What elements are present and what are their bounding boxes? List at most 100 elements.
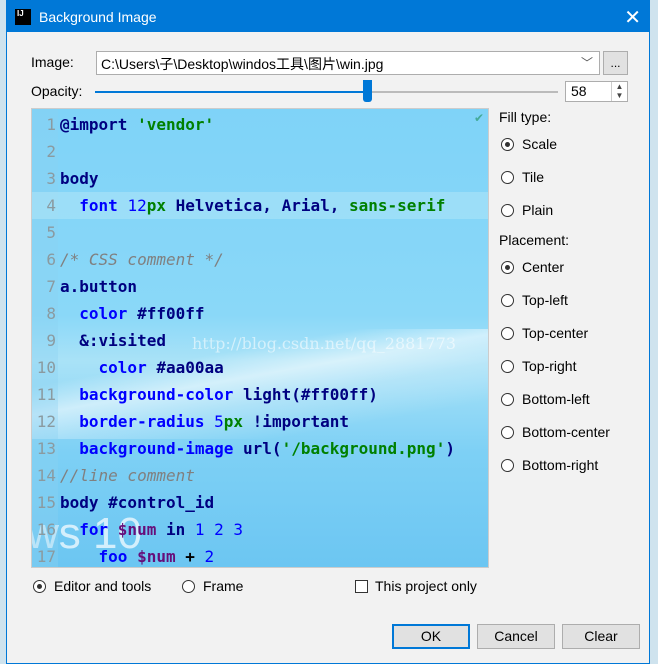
- fill-type-option-label: Plain: [522, 202, 554, 218]
- fill-type-radio-tile[interactable]: Tile: [501, 169, 544, 185]
- code-line: 10 color #aa00aa: [32, 354, 488, 381]
- code-token: ): [445, 439, 455, 458]
- image-label: Image:: [31, 54, 74, 70]
- title-bar: IJ Background Image ✕: [7, 1, 649, 32]
- code-token: 'vendor': [137, 115, 215, 134]
- placement-radio-top-left[interactable]: Top-left: [501, 292, 568, 308]
- placement-option-label: Top-center: [522, 325, 589, 341]
- radio-button[interactable]: [501, 326, 514, 340]
- code-token: 1 2 3: [194, 520, 244, 539]
- target-option-label: Editor and tools: [54, 578, 152, 594]
- spin-down-icon[interactable]: ▼: [612, 91, 627, 100]
- spin-up-icon[interactable]: ▲: [612, 82, 627, 91]
- code-token: border-radius: [60, 412, 215, 431]
- cancel-button[interactable]: Cancel: [477, 624, 555, 649]
- fill-type-radio-scale[interactable]: Scale: [501, 136, 557, 152]
- code-token: sans-serif: [349, 196, 446, 215]
- fill-type-option-label: Tile: [522, 169, 545, 185]
- radio-button[interactable]: [501, 260, 514, 274]
- line-number: 14: [36, 466, 56, 485]
- line-number: 5: [46, 223, 56, 242]
- radio-button[interactable]: [501, 359, 514, 373]
- radio-button[interactable]: [501, 458, 514, 472]
- this-project-only-checkbox[interactable]: This project only: [355, 578, 477, 594]
- opacity-label: Opacity:: [31, 83, 83, 99]
- close-icon[interactable]: ✕: [624, 5, 641, 30]
- code-token: &:visited: [60, 331, 166, 350]
- placement-radio-bottom-right[interactable]: Bottom-right: [501, 457, 598, 473]
- code-token: body: [60, 169, 99, 188]
- code-token: px: [223, 412, 253, 431]
- code-token: +: [185, 547, 205, 566]
- code-line: 7 a.button: [32, 273, 488, 300]
- placement-option-label: Top-right: [522, 358, 577, 374]
- placement-radio-bottom-center[interactable]: Bottom-center: [501, 424, 610, 440]
- dialog-title: Background Image: [39, 8, 157, 25]
- code-token: a.button: [60, 277, 138, 296]
- radio-button[interactable]: [182, 579, 195, 593]
- code-token: 12: [127, 196, 147, 215]
- opacity-slider[interactable]: [95, 80, 558, 102]
- radio-button[interactable]: [501, 425, 514, 439]
- placement-radio-center[interactable]: Center: [501, 259, 564, 275]
- code-token: color: [60, 358, 157, 377]
- radio-button[interactable]: [501, 203, 514, 217]
- inspection-ok-icon: ✔: [473, 111, 484, 125]
- code-line: 4 font 12 px Helvetica, Arial, sans-serif: [32, 192, 488, 219]
- placement-option-label: Center: [522, 259, 565, 275]
- code-token: '/background.png': [281, 439, 446, 458]
- opacity-slider-fill: [95, 91, 367, 93]
- code-token: $num: [117, 520, 166, 539]
- fill-type-option-label: Scale: [522, 136, 558, 152]
- placement-radio-top-center[interactable]: Top-center: [501, 325, 588, 341]
- placement-option-label: Top-left: [522, 292, 568, 308]
- browse-button[interactable]: ...: [603, 51, 628, 75]
- code-token: px: [146, 196, 176, 215]
- code-token: Helvetica, Arial,: [175, 196, 349, 215]
- code-token: #ff00ff: [137, 304, 205, 323]
- radio-button[interactable]: [501, 392, 514, 406]
- line-number: 2: [46, 142, 56, 161]
- radio-button[interactable]: [501, 293, 514, 307]
- chevron-down-icon[interactable]: ﹀: [581, 54, 593, 71]
- code-token: 2: [204, 547, 215, 566]
- code-line: 5: [32, 219, 488, 246]
- target-radio-frame[interactable]: Frame: [182, 578, 243, 594]
- code-token: body #control_id: [60, 493, 215, 512]
- code-token: //line comment: [60, 466, 195, 485]
- code-preview: 1 @import 'vendor' 2 3 body 4 font 12 px Helve…: [32, 111, 488, 567]
- code-token: #aa00aa: [156, 358, 224, 377]
- placement-radio-bottom-left[interactable]: Bottom-left: [501, 391, 590, 407]
- clear-button[interactable]: Clear: [562, 624, 640, 649]
- code-token: url(: [243, 439, 282, 458]
- opacity-spinner[interactable]: 58 ▲ ▼: [565, 81, 628, 102]
- code-token: for: [60, 520, 118, 539]
- line-number: 6: [46, 250, 56, 269]
- opacity-value: 58: [571, 83, 587, 99]
- radio-button[interactable]: [501, 137, 514, 151]
- ok-button[interactable]: OK: [392, 624, 470, 649]
- checkbox-box[interactable]: [355, 579, 368, 593]
- target-radio-editor-and-tools[interactable]: Editor and tools: [33, 578, 151, 594]
- opacity-slider-thumb[interactable]: [362, 80, 372, 102]
- placement-option-label: Bottom-left: [522, 391, 590, 407]
- placement-radio-top-right[interactable]: Top-right: [501, 358, 576, 374]
- code-line: 11 background-color light(#ff00ff): [32, 381, 488, 408]
- image-path-value: C:\Users\子\Desktop\windos工具\图片\win.jpg: [101, 56, 384, 72]
- fill-type-radio-plain[interactable]: Plain: [501, 202, 553, 218]
- line-number: 9: [46, 331, 56, 350]
- code-token: 5: [214, 412, 224, 431]
- image-path-combobox[interactable]: C:\Users\子\Desktop\windos工具\图片\win.jpg ﹀: [96, 51, 600, 75]
- target-option-label: Frame: [203, 578, 244, 594]
- code-line: 16 for $num in 1 2 3: [32, 516, 488, 543]
- code-token: in: [165, 520, 195, 539]
- code-line: 17 foo $num + 2: [32, 543, 488, 567]
- line-number: 16: [36, 520, 56, 539]
- radio-button[interactable]: [501, 170, 514, 184]
- line-number: 15: [36, 493, 56, 512]
- code-token: !important: [252, 412, 349, 431]
- code-line: 13 background-image url('/background.png…: [32, 435, 488, 462]
- code-token: $num: [137, 547, 186, 566]
- code-line: 14//line comment: [32, 462, 488, 489]
- radio-button[interactable]: [33, 579, 46, 593]
